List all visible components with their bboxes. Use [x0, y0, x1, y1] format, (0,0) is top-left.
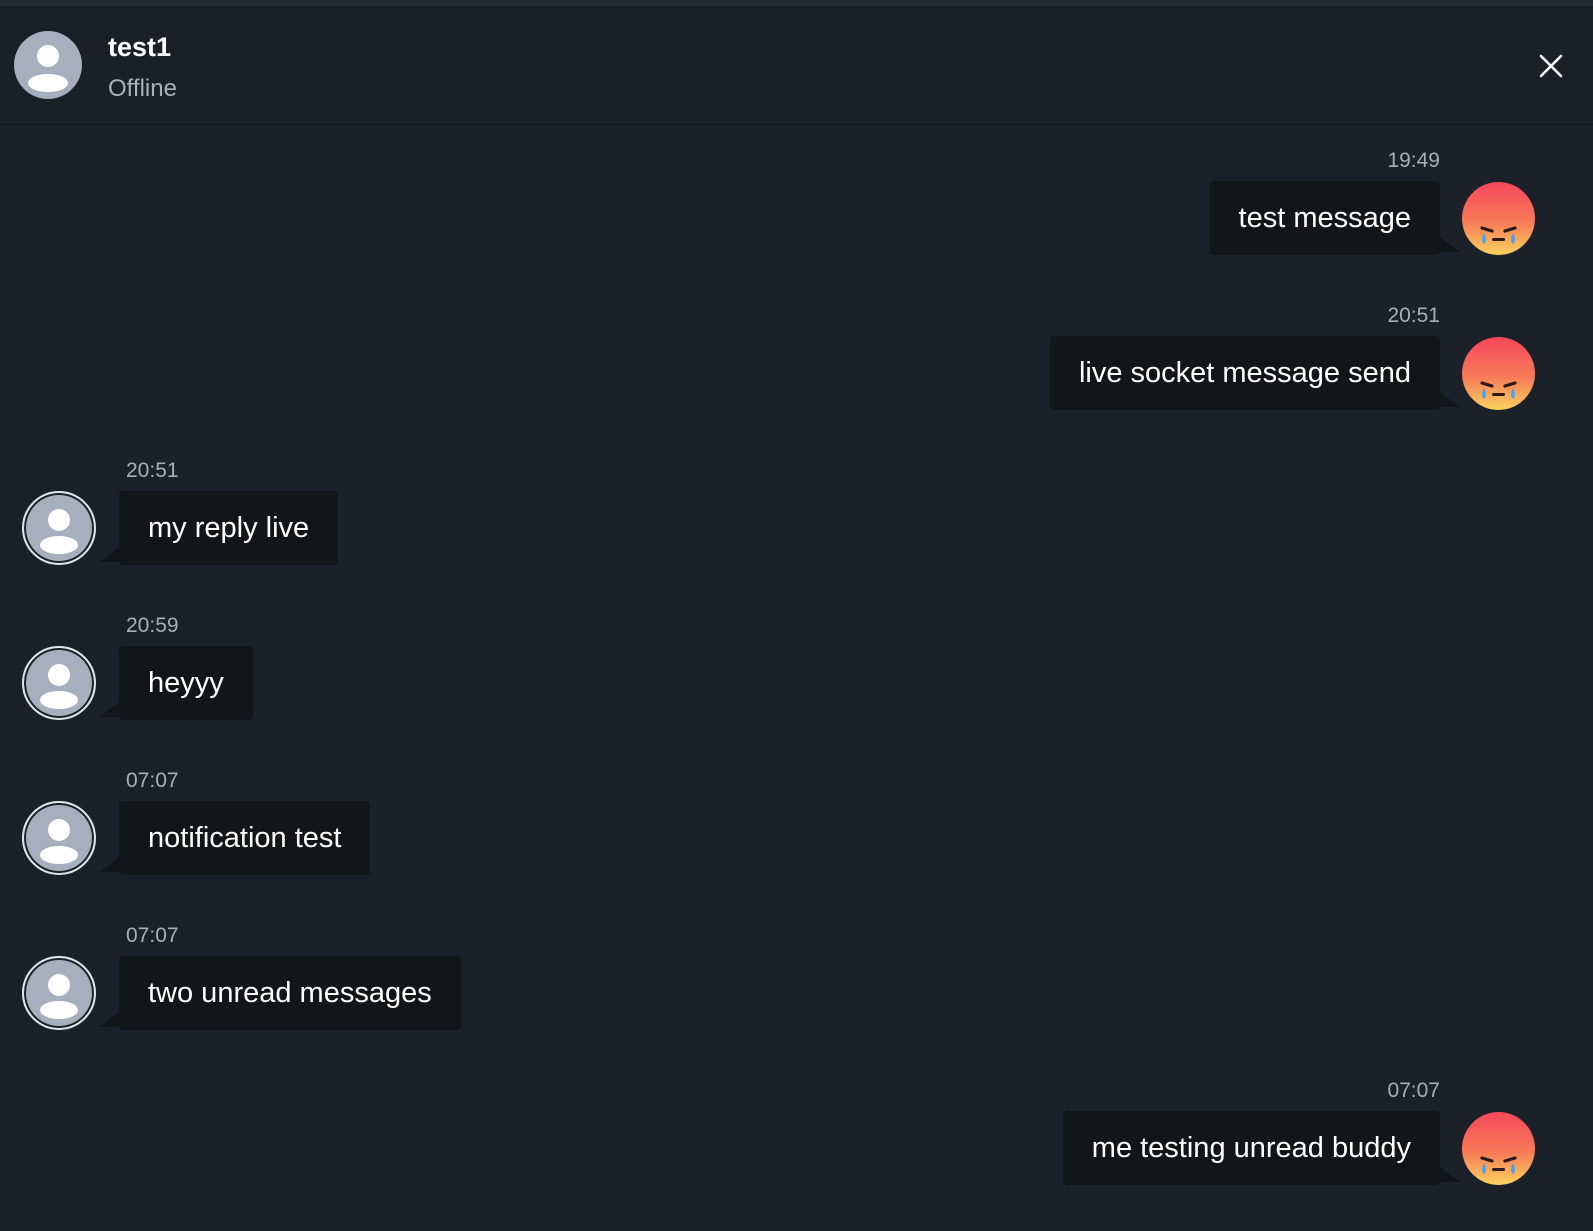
message-incoming: 20:59 heyyy [0, 590, 1593, 720]
user-silhouette-icon [40, 509, 78, 554]
message-bubble[interactable]: test message [1209, 181, 1440, 255]
message-outgoing: 19:49 test message [0, 125, 1593, 255]
crying-angry-emoji-icon[interactable] [1461, 336, 1536, 411]
sender-avatar[interactable] [22, 801, 96, 875]
message-time: 20:51 [1387, 304, 1440, 327]
contact-avatar[interactable] [14, 31, 82, 99]
close-icon [1539, 54, 1563, 78]
contact-name: test1 [108, 32, 172, 62]
user-silhouette-icon [40, 974, 78, 1019]
message-outgoing: 07:07 me testing unread buddy [0, 1055, 1593, 1185]
bubble-tail [1440, 392, 1460, 407]
bubble-tail [1440, 1167, 1460, 1182]
message-time: 20:51 [126, 459, 179, 482]
message-incoming: 07:07 notification test [0, 745, 1593, 875]
message-bubble[interactable]: live socket message send [1049, 336, 1440, 410]
sender-avatar[interactable] [22, 956, 96, 1030]
message-list[interactable]: 19:49 test message 20:51 live socket mes… [0, 125, 1593, 1231]
message-time: 07:07 [126, 769, 179, 792]
message-time: 07:07 [126, 924, 179, 947]
contact-status: Offline [108, 75, 177, 102]
close-button[interactable] [1533, 48, 1569, 84]
message-incoming: 07:07 two unread messages [0, 900, 1593, 1030]
message-incoming: 20:51 my reply live [0, 435, 1593, 565]
user-silhouette-icon [40, 819, 78, 864]
sender-avatar[interactable] [22, 491, 96, 565]
crying-angry-emoji-icon[interactable] [1461, 181, 1536, 256]
bubble-tail [99, 857, 119, 872]
message-bubble[interactable]: two unread messages [119, 956, 461, 1030]
message-outgoing: 20:51 live socket message send [0, 280, 1593, 410]
sender-avatar[interactable] [22, 646, 96, 720]
message-bubble[interactable]: my reply live [119, 491, 339, 565]
message-time: 19:49 [1387, 149, 1440, 172]
message-bubble[interactable]: me testing unread buddy [1062, 1111, 1440, 1185]
message-time: 07:07 [1387, 1079, 1440, 1102]
bubble-tail [99, 702, 119, 717]
chat-header: test1 Offline [0, 6, 1593, 125]
message-time: 20:59 [126, 614, 179, 637]
user-silhouette-icon [40, 664, 78, 709]
bubble-tail [99, 1012, 119, 1027]
crying-angry-emoji-icon[interactable] [1461, 1111, 1536, 1186]
bubble-tail [1440, 237, 1460, 252]
message-bubble[interactable]: heyyy [119, 646, 253, 720]
message-bubble[interactable]: notification test [119, 801, 371, 875]
bubble-tail [99, 547, 119, 562]
user-silhouette-icon [28, 45, 68, 92]
